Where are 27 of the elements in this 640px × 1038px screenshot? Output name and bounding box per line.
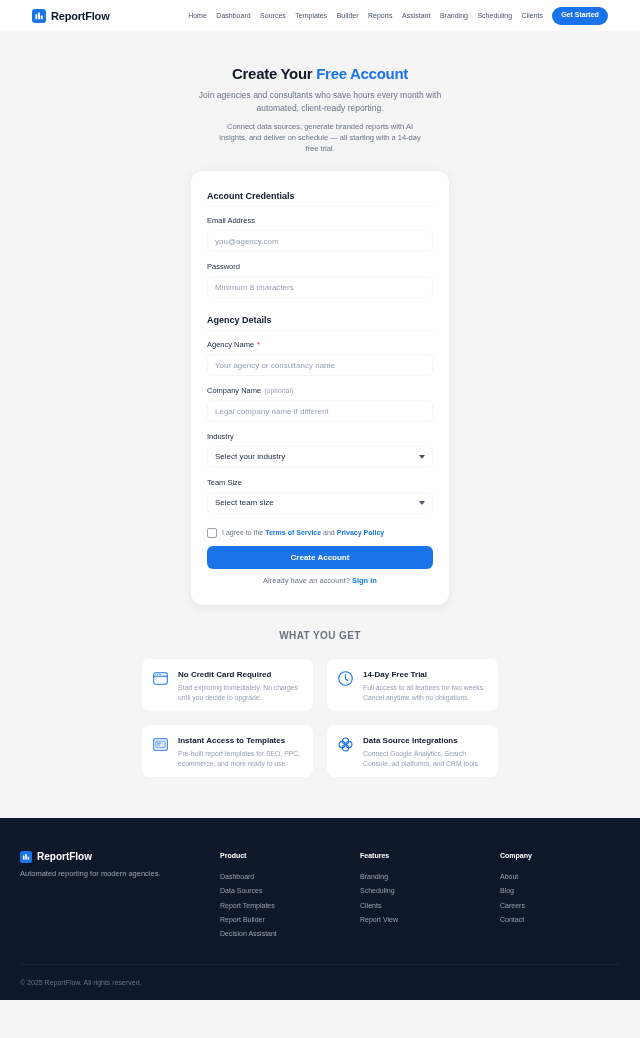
page-title: Create Your Free Account xyxy=(232,65,408,83)
logo-icon xyxy=(32,8,46,23)
window-icon xyxy=(153,672,168,685)
clock-icon xyxy=(338,671,353,686)
text-input[interactable]: Minimum 8 characters xyxy=(207,276,433,298)
caret-icon xyxy=(419,501,425,505)
section-heading: Account Credentials xyxy=(207,190,295,202)
text-input[interactable]: Your agency or consultancy name xyxy=(207,354,433,376)
create-account-button[interactable]: Create Account xyxy=(207,546,433,569)
select-dropdown[interactable]: Select team size xyxy=(207,492,433,514)
benefit-title: Data Source Integrations xyxy=(363,735,459,746)
footer-brand-name: ReportFlow xyxy=(37,850,92,863)
linked-circles-icon xyxy=(338,737,353,752)
section-title: WHAT YOU GET xyxy=(279,630,361,642)
benefit-title: No Credit Card Required xyxy=(178,669,273,680)
checkbox[interactable] xyxy=(207,528,217,538)
caret-icon xyxy=(419,455,425,459)
brand-name: ReportFlow xyxy=(51,8,110,23)
hero-subtitle: Join agencies and consultants who save hours every month with automated, client-ready reporting. xyxy=(197,89,443,115)
section-heading: Agency Details xyxy=(207,314,272,326)
benefit-title: Instant Access to Templates xyxy=(178,735,287,746)
logo-icon xyxy=(20,850,32,863)
layout-icon xyxy=(153,738,168,751)
text-input[interactable]: you@agency.com xyxy=(207,230,433,252)
select-dropdown[interactable]: Select your industry xyxy=(207,446,433,468)
benefit-title: 14-Day Free Trial xyxy=(363,669,429,680)
text-input[interactable]: Legal company name if different xyxy=(207,400,433,422)
